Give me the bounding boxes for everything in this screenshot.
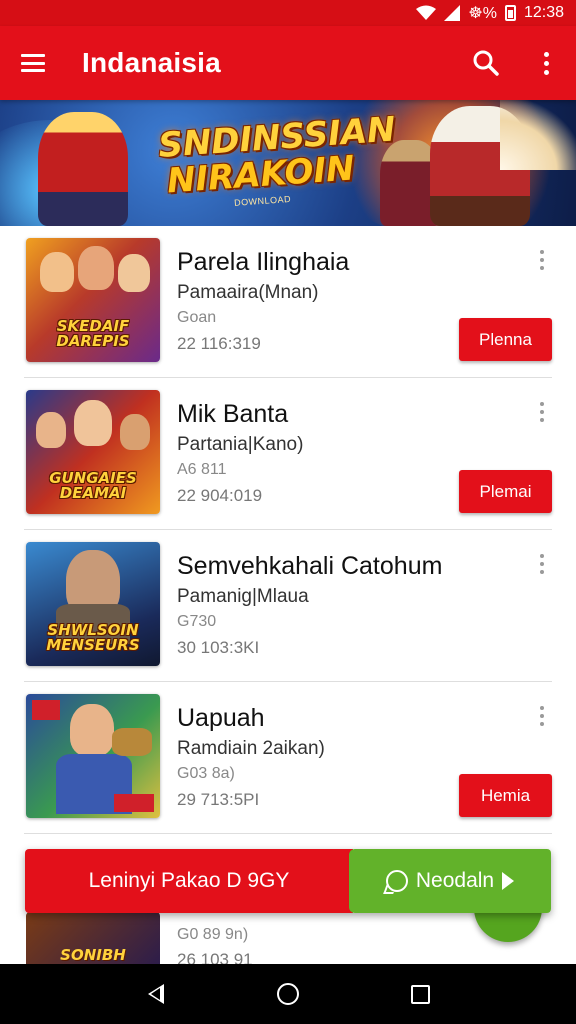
play-button[interactable]: Hemia <box>459 774 552 817</box>
game-title: Mik Banta <box>177 400 289 428</box>
thumb-badge <box>32 700 60 720</box>
game-thumbnail-label: GUNGAIES DEAMAI <box>49 468 137 503</box>
game-title: Parela Ilinghaia <box>177 248 350 276</box>
game-thumbnail: GUNGAIES DEAMAI <box>26 390 160 514</box>
play-button[interactable]: Plemai <box>459 470 552 513</box>
game-meta: G03 8a) <box>177 765 235 782</box>
game-meta: A6 811 <box>177 461 227 478</box>
chat-icon <box>385 870 408 892</box>
item-more-icon[interactable] <box>532 250 552 280</box>
banner-logo: SNDINSSIAN NIRAKOIN DOWNLOAD <box>157 110 397 213</box>
game-title: Uapuah <box>177 704 265 732</box>
game-date: 29 713:5PI <box>177 790 260 809</box>
recents-icon[interactable] <box>390 964 450 1024</box>
game-thumbnail: SHWLSOIN MENSEURS <box>26 542 160 666</box>
app-title: Indanaisia <box>82 47 221 78</box>
game-date: 30 103:3KI <box>177 638 260 657</box>
game-thumbnail-partial[interactable]: SONIBH <box>26 912 160 964</box>
game-meta: G730 <box>177 613 217 630</box>
play-arrow-icon <box>502 872 515 890</box>
game-list-item[interactable]: Uapuah Ramdiain 2aikan) G03 8a) 29 713:5… <box>24 682 552 834</box>
item-more-icon[interactable] <box>532 706 552 736</box>
play-button[interactable]: Plenna <box>459 318 552 361</box>
search-icon[interactable] <box>456 26 516 100</box>
game-date: 22 116:319 <box>177 334 261 353</box>
battery-icon <box>504 5 516 21</box>
game-title: Semvehkahali Catohum <box>177 552 443 580</box>
wifi-icon <box>416 5 437 21</box>
home-icon[interactable] <box>258 964 318 1024</box>
signal-icon <box>444 5 461 21</box>
secondary-action-label: Neodaln <box>415 869 495 892</box>
game-thumbnail-label: SONIBH <box>60 946 126 964</box>
game-thumbnail-label: SHWLSOIN MENSEURS <box>46 620 140 655</box>
menu-icon[interactable] <box>0 26 66 100</box>
status-bar: ☸% 12:38 <box>0 0 576 26</box>
secondary-action-button[interactable]: Neodaln <box>349 849 551 913</box>
system-nav-bar <box>0 964 576 1024</box>
primary-action-button[interactable]: Leninyi Pakao D 9GY <box>25 849 353 913</box>
bottom-action-bar: Leninyi Pakao D 9GY Neodaln <box>25 849 551 913</box>
game-meta: Goan <box>177 309 217 326</box>
banner-wing <box>500 100 576 170</box>
banner-hero-left <box>38 112 128 226</box>
game-thumbnail: SKEDAIF DAREPIS <box>26 238 160 362</box>
item-more-icon[interactable] <box>532 554 552 584</box>
game-subtitle: Ramdiain 2aikan) <box>177 738 325 759</box>
game-date: 22 904:019 <box>177 486 263 505</box>
battery-percent: ☸% <box>468 5 497 22</box>
item-more-icon[interactable] <box>532 402 552 432</box>
screen: ☸% 12:38 Indanaisia SNDINSSIAN NIRAKOIN … <box>0 0 576 1024</box>
game-list: SKEDAIF DAREPIS Parela Ilinghaia Pamaair… <box>0 226 576 834</box>
game-subtitle: Partania|Kano) <box>177 434 304 455</box>
game-list-item[interactable]: SKEDAIF DAREPIS Parela Ilinghaia Pamaair… <box>24 226 552 378</box>
game-thumbnail-label: SKEDAIF DAREPIS <box>56 316 130 351</box>
primary-action-label: Leninyi Pakao D 9GY <box>88 869 290 892</box>
clock: 12:38 <box>523 4 564 21</box>
back-icon[interactable] <box>126 964 186 1024</box>
game-list-item[interactable]: GUNGAIES DEAMAI Mik Banta Partania|Kano)… <box>24 378 552 530</box>
game-thumbnail <box>26 694 160 818</box>
app-bar: Indanaisia <box>0 26 576 100</box>
promo-banner[interactable]: SNDINSSIAN NIRAKOIN DOWNLOAD <box>0 100 576 226</box>
more-vert-icon[interactable] <box>516 26 576 100</box>
game-subtitle: Pamaaira(Mnan) <box>177 282 319 303</box>
game-subtitle: Pamanig|Mlaua <box>177 586 309 607</box>
game-list-item[interactable]: SHWLSOIN MENSEURS Semvehkahali Catohum P… <box>24 530 552 682</box>
game-meta: G0 89 9n) <box>177 926 249 943</box>
thumb-badge <box>114 794 154 812</box>
